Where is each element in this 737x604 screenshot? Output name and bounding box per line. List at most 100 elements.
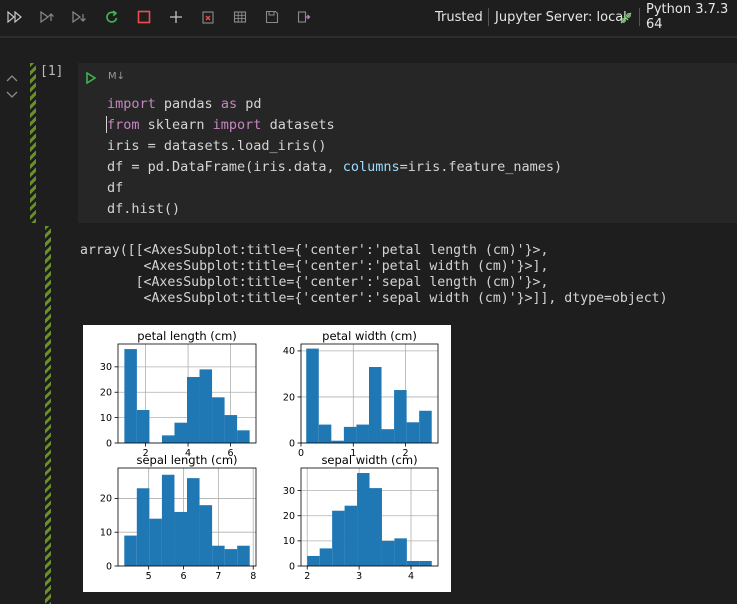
code-token: iris = datasets.load_iris() — [107, 138, 327, 154]
code-line[interactable]: df — [107, 180, 123, 196]
histogram-bar — [187, 377, 200, 443]
code-token: sklearn — [139, 117, 213, 133]
server-connected-icon[interactable] — [615, 7, 637, 29]
interrupt-icon[interactable] — [133, 6, 155, 28]
code-editor[interactable]: import pandas as pd from sklearn import … — [107, 94, 562, 220]
histogram-panel: 0 1 202040petal width (cm) — [283, 329, 439, 459]
code-line[interactable]: df = pd.DataFrame(iris.data, columns=iri… — [107, 159, 562, 175]
export-icon[interactable] — [293, 6, 315, 28]
y-tick-label: 10 — [283, 536, 295, 547]
histogram-bar — [136, 410, 150, 443]
y-tick-label: 0 — [106, 438, 112, 449]
y-tick-label: 0 — [289, 438, 295, 449]
histogram-bar — [124, 535, 137, 566]
cell-type-toggle[interactable]: M↓ — [108, 71, 125, 82]
histogram-bar — [174, 422, 187, 443]
histogram-figure: 2 4 6 0 10 20 30 petal length (cm) 0 1 2 0 20 40 petal… — [83, 325, 451, 592]
jupyter-server-status[interactable]: Jupyter Server: local — [495, 0, 627, 34]
y-tick-label: 30 — [283, 486, 295, 497]
code-line[interactable]: import pandas as pd — [107, 96, 261, 112]
code-line[interactable]: from sklearn import datasets — [107, 117, 335, 133]
histogram-bar — [224, 415, 238, 443]
histogram-svg: 2 4 60102030petal length (cm)0 1 202040petal… — [100, 329, 439, 582]
histogram-bar — [394, 538, 407, 566]
histogram-bar — [136, 488, 150, 566]
run-above-icon[interactable] — [36, 6, 58, 28]
y-tick-label: 0 — [106, 561, 112, 572]
histogram-title: petal width (cm) — [322, 329, 417, 343]
clear-outputs-icon[interactable] — [197, 6, 219, 28]
histogram-bar — [199, 505, 213, 566]
code-token: pandas — [155, 96, 221, 112]
x-tick-label: 8 — [250, 571, 256, 582]
output-text: array([[<AxesSubplot:title={'center':'pe… — [80, 243, 668, 307]
histogram-bar — [406, 422, 420, 443]
code-line[interactable]: df.hist() — [107, 201, 180, 217]
notebook-toolbar: Trusted Jupyter Server: local Python 3.7… — [0, 0, 737, 34]
save-icon[interactable] — [261, 6, 283, 28]
histogram-bar — [369, 488, 382, 566]
toolbar-divider — [639, 8, 640, 26]
variables-icon[interactable] — [229, 6, 251, 28]
code-keyword: import — [107, 96, 156, 112]
histogram-bar — [237, 545, 250, 566]
histogram-title: petal length (cm) — [137, 329, 237, 343]
histogram-bar — [394, 390, 407, 443]
execution-count: [1] — [40, 64, 64, 79]
x-tick-label: 4 — [408, 571, 414, 582]
code-token: =iris.feature_names) — [399, 159, 563, 175]
histogram-panel: 5 6 7 8 0 10 20 sepal length (cm) — [100, 453, 257, 582]
y-tick-label: 30 — [100, 362, 112, 373]
x-tick-label: 6 — [180, 571, 186, 582]
histogram-bar — [306, 348, 319, 443]
toolbar-divider — [488, 8, 489, 26]
code-keyword: as — [220, 96, 238, 112]
y-tick-label: 20 — [100, 494, 112, 505]
histogram-panel: 2 3 4 0 10 20 30 sepal width (cm) — [283, 453, 439, 582]
x-tick-label: 2 — [304, 571, 310, 582]
y-tick-label: 40 — [283, 346, 295, 357]
run-below-icon[interactable] — [68, 6, 90, 28]
cell-input-selection-bar[interactable] — [30, 63, 36, 223]
add-cell-icon[interactable] — [165, 6, 187, 28]
toolbar-border — [0, 36, 737, 38]
cell-output-selection-bar[interactable] — [45, 226, 51, 604]
histogram-bar — [356, 424, 369, 443]
run-all-icon[interactable] — [4, 6, 26, 28]
run-cell-icon[interactable] — [84, 70, 98, 85]
code-token: datasets — [261, 117, 335, 133]
output-line: <AxesSubplot:title={'center':'sepal widt… — [80, 291, 668, 306]
y-tick-label: 20 — [100, 388, 112, 399]
histogram-bar — [199, 369, 213, 443]
output-line: [<AxesSubplot:title={'center':'sepal len… — [80, 275, 549, 290]
y-tick-label: 10 — [100, 528, 112, 539]
code-keyword: import — [212, 117, 262, 133]
histogram-bar — [381, 429, 395, 443]
histogram-title: sepal length (cm) — [136, 453, 237, 467]
histogram-bar — [307, 555, 320, 566]
code-keyword: from — [107, 117, 140, 133]
restart-icon[interactable] — [101, 6, 123, 28]
histogram-bar — [174, 511, 187, 566]
kernel-status[interactable]: Python 3.7.3 64 — [646, 0, 737, 34]
histogram-bar — [332, 510, 345, 566]
histogram-bar — [224, 549, 238, 566]
trusted-status[interactable]: Trusted — [435, 0, 483, 34]
histogram-bar — [149, 518, 162, 566]
code-token: pd — [237, 96, 262, 112]
histogram-bar — [161, 435, 175, 443]
histogram-panel: 2 4 60102030petal length (cm) — [100, 329, 257, 459]
histogram-bar — [212, 397, 225, 443]
histogram-bar — [187, 478, 200, 566]
move-cell-up-icon[interactable] — [6, 68, 20, 82]
histogram-bar — [161, 474, 175, 566]
histogram-bar — [212, 545, 225, 566]
y-tick-label: 10 — [100, 413, 112, 424]
x-tick-label: 0 — [298, 448, 304, 459]
code-line[interactable]: iris = datasets.load_iris() — [107, 138, 326, 154]
histogram-bar — [419, 410, 432, 443]
move-cell-down-icon[interactable] — [6, 85, 20, 98]
output-line: array([[<AxesSubplot:title={'center':'pe… — [80, 243, 549, 258]
histogram-bar — [124, 349, 137, 443]
histogram-bar — [419, 560, 432, 566]
